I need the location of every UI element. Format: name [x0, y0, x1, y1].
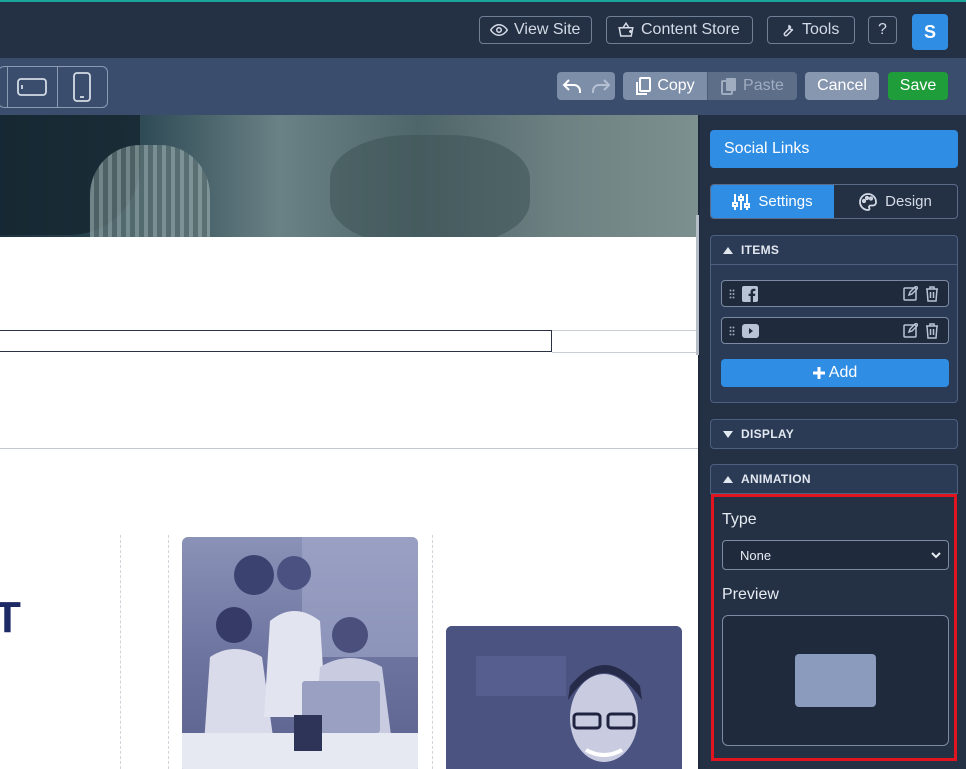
device-desktop-button[interactable]: [0, 67, 7, 107]
trash-icon[interactable]: [925, 322, 939, 339]
panel-tabs: Settings Design: [710, 184, 958, 219]
list-item[interactable]: [721, 317, 949, 344]
animation-type-select[interactable]: None: [722, 540, 949, 570]
cancel-label: Cancel: [817, 77, 867, 94]
section-divider: [0, 448, 698, 449]
save-button[interactable]: Save: [888, 72, 948, 100]
hero-image: [0, 115, 698, 237]
avatar-letter: S: [923, 21, 936, 42]
team-photo[interactable]: [182, 537, 418, 769]
save-label: Save: [899, 77, 937, 94]
preview-shape: [795, 654, 876, 707]
undo-button[interactable]: [557, 72, 586, 100]
column-guide: [168, 535, 169, 769]
view-site-label: View Site: [514, 21, 581, 38]
sliders-icon: [732, 193, 751, 210]
column-guide: [120, 535, 121, 769]
items-section: ITEMS Add: [710, 235, 958, 403]
panel-title: Social Links: [710, 130, 958, 168]
palette-icon: [859, 192, 878, 211]
animation-type-value: None: [740, 547, 772, 563]
chevron-down-icon: [931, 552, 941, 559]
help-button[interactable]: ?: [868, 16, 897, 44]
tools-button[interactable]: Tools: [767, 16, 855, 44]
animation-section-header[interactable]: ANIMATION: [711, 465, 957, 493]
content-store-button[interactable]: Content Store: [606, 16, 753, 44]
plus-icon: [812, 367, 825, 379]
paste-icon: [721, 78, 737, 95]
edit-icon[interactable]: [903, 323, 918, 338]
tab-settings-label: Settings: [758, 193, 813, 210]
paste-label: Paste: [743, 77, 784, 94]
device-mobile-button[interactable]: [56, 67, 107, 107]
canvas-scrollbar[interactable]: [696, 215, 699, 355]
copy-icon: [636, 77, 652, 95]
content-store-label: Content Store: [641, 21, 740, 38]
trash-icon[interactable]: [925, 285, 939, 302]
divider: [552, 330, 698, 331]
animation-heading: ANIMATION: [741, 472, 811, 486]
basket-icon: [618, 21, 634, 37]
help-label: ?: [878, 21, 887, 38]
tab-design-label: Design: [885, 193, 932, 210]
avatar[interactable]: S: [912, 14, 948, 50]
tab-design[interactable]: Design: [834, 185, 957, 218]
list-item[interactable]: [721, 280, 949, 307]
items-heading: ITEMS: [741, 243, 780, 257]
eye-icon: [490, 23, 508, 37]
display-heading: DISPLAY: [741, 427, 795, 441]
device-switcher: [0, 66, 108, 108]
team-photo-illustration: [182, 537, 418, 769]
copy-label: Copy: [657, 77, 695, 94]
youtube-icon: [742, 323, 759, 338]
animation-settings-highlight: Type None Preview: [711, 494, 957, 761]
view-site-button[interactable]: View Site: [479, 16, 592, 44]
facebook-icon: [742, 285, 758, 302]
paste-button[interactable]: Paste: [707, 72, 797, 100]
copy-paste-group: Copy Paste: [623, 72, 797, 100]
edit-icon[interactable]: [903, 286, 918, 301]
undo-icon: [562, 79, 581, 93]
caret-up-icon: [723, 246, 733, 254]
top-bar: View Site Content Store Tools ? S: [0, 0, 966, 58]
add-label: Add: [828, 364, 858, 381]
portrait-photo-illustration: [446, 626, 682, 769]
drag-handle-icon[interactable]: [729, 326, 735, 336]
partial-heading: T: [0, 593, 21, 642]
type-label: Type: [722, 511, 757, 528]
divider: [552, 352, 698, 353]
caret-down-icon: [723, 430, 733, 438]
mobile-icon: [73, 72, 92, 102]
canvas-input-block[interactable]: [0, 330, 552, 352]
tools-label: Tools: [802, 21, 840, 38]
display-section: DISPLAY: [710, 419, 958, 449]
copy-button[interactable]: Copy: [623, 72, 707, 100]
redo-icon: [591, 79, 610, 93]
tablet-icon: [17, 78, 48, 96]
animation-section: ANIMATION: [710, 464, 958, 494]
device-tablet-button[interactable]: [6, 67, 57, 107]
drag-handle-icon[interactable]: [729, 289, 735, 299]
items-section-header[interactable]: ITEMS: [711, 236, 957, 264]
display-section-header[interactable]: DISPLAY: [711, 420, 957, 448]
animation-preview: [722, 615, 949, 746]
portrait-photo[interactable]: [446, 626, 682, 769]
add-item-button[interactable]: Add: [721, 359, 949, 387]
wrench-icon: [783, 24, 794, 37]
page-canvas[interactable]: T: [0, 115, 698, 769]
cancel-button[interactable]: Cancel: [805, 72, 879, 100]
preview-label: Preview: [722, 586, 779, 603]
undo-redo-group: [557, 72, 615, 100]
caret-up-icon: [723, 475, 733, 483]
redo-button[interactable]: [586, 72, 615, 100]
column-guide: [432, 535, 433, 769]
tab-settings[interactable]: Settings: [711, 185, 834, 218]
